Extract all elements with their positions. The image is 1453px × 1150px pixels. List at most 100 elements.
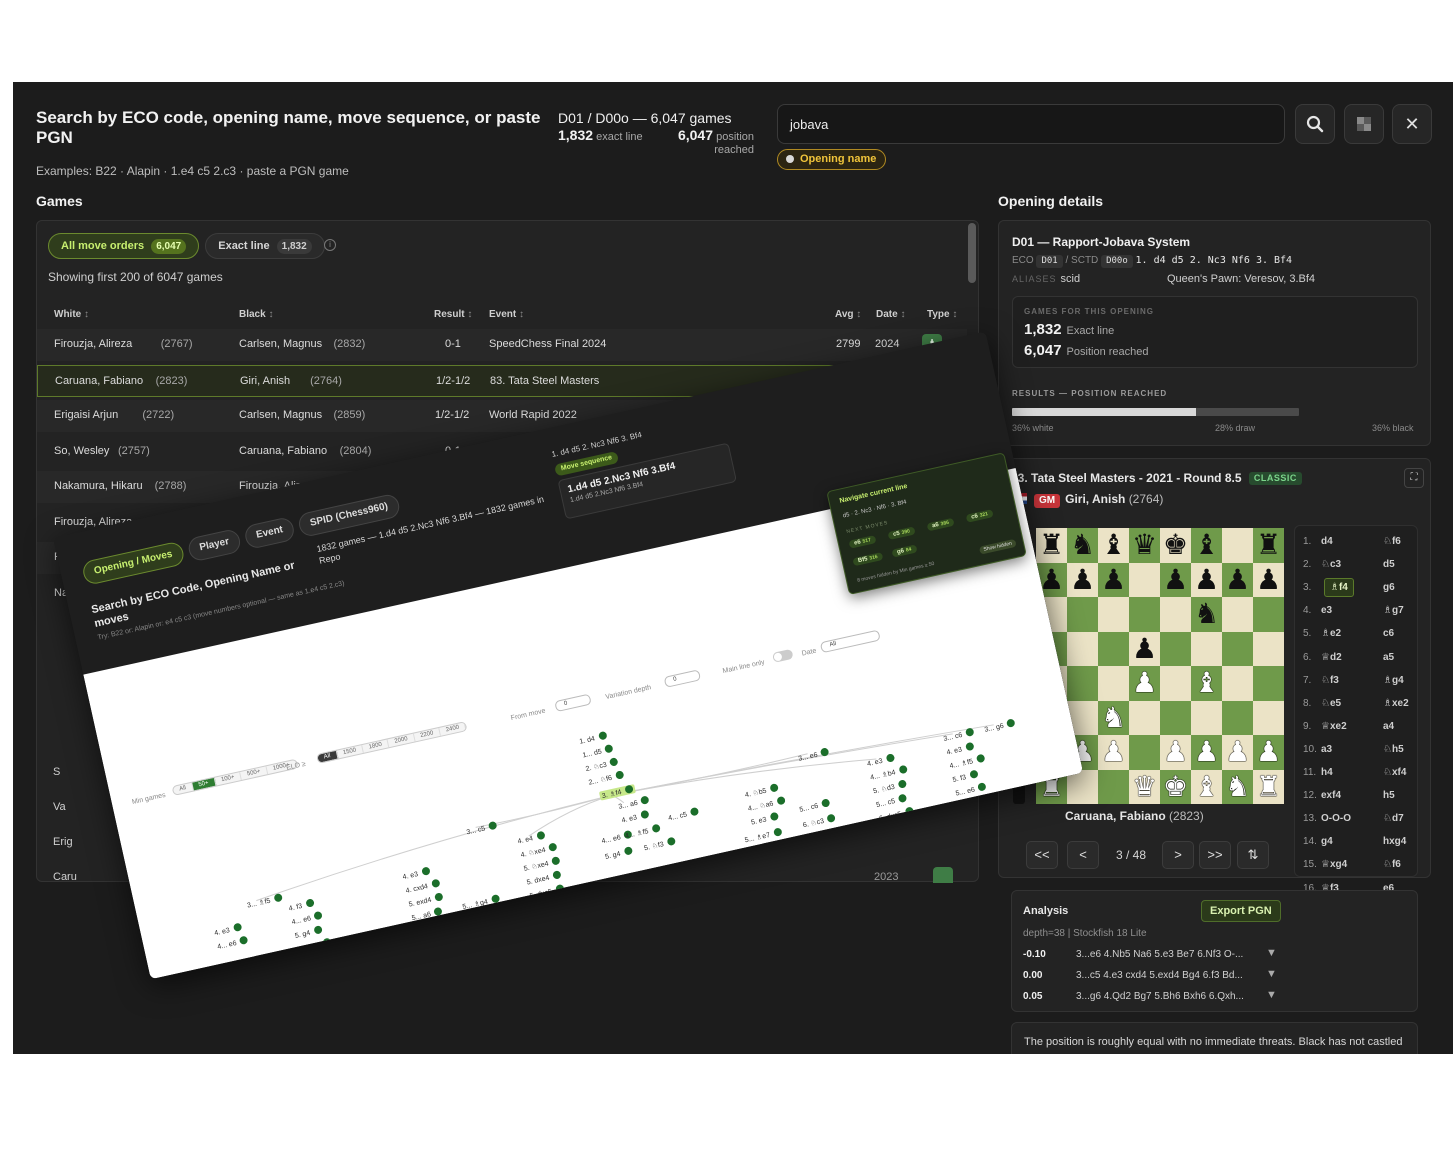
filter-all-move-orders[interactable]: All move orders 6,047 <box>48 233 200 259</box>
black-move[interactable]: g6 <box>1383 582 1395 593</box>
white-move[interactable]: ♘e5 <box>1321 698 1341 709</box>
column-event[interactable]: Event <box>489 309 524 320</box>
white-move[interactable]: g4 <box>1321 836 1333 847</box>
white-move[interactable]: ♕d2 <box>1321 652 1342 663</box>
board-square[interactable] <box>1222 528 1253 563</box>
black-queen-icon[interactable]: ♛ <box>1129 528 1160 563</box>
black-move[interactable]: ♘f6 <box>1383 536 1401 547</box>
board-square[interactable] <box>1098 631 1129 666</box>
board-square[interactable] <box>1160 666 1191 701</box>
filter-exact-line[interactable]: Exact line 1,832 <box>205 233 325 259</box>
next-move-button[interactable]: > <box>1162 841 1194 869</box>
black-pawn-icon[interactable]: ♟ <box>1067 562 1098 597</box>
overlay-tab[interactable]: Event <box>243 515 297 551</box>
export-pgn-button[interactable]: Export PGN <box>1201 900 1281 922</box>
white-move[interactable]: ♗f4 <box>1324 578 1354 598</box>
table-row[interactable]: Firouzja, Alireza Carlsen, Magnus 0-1 Speed… <box>37 329 967 361</box>
column-result[interactable]: Result <box>434 309 472 320</box>
chevron-down-icon[interactable]: ▼ <box>1266 968 1277 980</box>
overlay-tab[interactable]: Opening / Moves <box>80 540 186 586</box>
column-avg[interactable]: Avg <box>835 309 861 320</box>
white-queen-icon[interactable]: ♛ <box>1129 769 1160 804</box>
last-move-button[interactable]: >> <box>1199 841 1231 869</box>
board-square[interactable] <box>1129 735 1160 770</box>
board-square[interactable] <box>1253 631 1284 666</box>
white-move[interactable]: exf4 <box>1321 790 1341 801</box>
white-move[interactable]: O-O-O <box>1321 813 1351 824</box>
chevron-down-icon[interactable]: ▼ <box>1266 947 1277 959</box>
black-bishop-icon[interactable]: ♝ <box>1098 528 1129 563</box>
white-pawn-icon[interactable]: ♟ <box>1222 735 1253 770</box>
white-move[interactable]: ♘c3 <box>1321 559 1341 570</box>
white-move[interactable]: d4 <box>1321 536 1333 547</box>
board-square[interactable] <box>1191 631 1222 666</box>
board-square[interactable] <box>1191 700 1222 735</box>
white-pawn-icon[interactable]: ♟ <box>1191 735 1222 770</box>
next-move-chip[interactable]: c5390 <box>887 526 916 541</box>
close-button[interactable]: ✕ <box>1392 104 1432 144</box>
tree-node[interactable]: 7. c3 <box>535 912 564 928</box>
board-square[interactable] <box>1160 597 1191 632</box>
tree-node[interactable]: 6. h4 <box>300 952 329 967</box>
black-pawn-icon[interactable]: ♟ <box>1160 562 1191 597</box>
board-square[interactable] <box>1129 700 1160 735</box>
black-move[interactable]: ♘f6 <box>1383 859 1401 870</box>
white-move[interactable]: ♕xe2 <box>1321 721 1347 732</box>
tree-node[interactable]: 6. ♗a5+ <box>532 896 571 914</box>
tree-node[interactable]: 7. ♘e5 <box>420 947 455 963</box>
column-white[interactable]: White <box>54 309 89 320</box>
mseq-box[interactable]: 1.d4 d5 2.Nc3 Nf6 3.Bf4 1.d4 d5 2.Nc3 Nf… <box>557 442 738 520</box>
board-square[interactable] <box>1067 631 1098 666</box>
white-move[interactable]: a3 <box>1321 744 1332 755</box>
board-square[interactable] <box>1098 597 1129 632</box>
board-square[interactable] <box>1160 631 1191 666</box>
black-move[interactable]: ♘d7 <box>1383 813 1404 824</box>
black-bishop-icon[interactable]: ♝ <box>1191 528 1222 563</box>
black-move[interactable]: a5 <box>1383 652 1394 663</box>
white-pawn-icon[interactable]: ♟ <box>1253 735 1284 770</box>
black-move[interactable]: d5 <box>1383 559 1395 570</box>
white-pawn-icon[interactable]: ♟ <box>1160 735 1191 770</box>
engine-line[interactable]: 0.05 3...g6 4.Qd2 Bg7 5.Bh6 Bxh6 6.Qxh...… <box>1023 988 1408 1008</box>
next-move-chip[interactable]: g684 <box>891 544 918 558</box>
white-pawn-icon[interactable]: ♟ <box>1098 735 1129 770</box>
board-square[interactable] <box>1222 700 1253 735</box>
expand-icon[interactable]: ⛶ <box>1404 468 1424 488</box>
games-scrollbar[interactable] <box>968 223 976 283</box>
board-view-button[interactable] <box>1344 104 1384 144</box>
next-move-chip[interactable]: Bf5316 <box>852 551 884 567</box>
board-square[interactable] <box>1067 597 1098 632</box>
board-square[interactable] <box>1253 700 1284 735</box>
black-king-icon[interactable]: ♚ <box>1160 528 1191 563</box>
white-king-icon[interactable]: ♚ <box>1160 769 1191 804</box>
board-square[interactable] <box>1098 769 1129 804</box>
white-knight-icon[interactable]: ♞ <box>1222 769 1253 804</box>
info-icon[interactable]: i <box>324 239 336 251</box>
black-pawn-icon[interactable]: ♟ <box>1098 562 1129 597</box>
black-rook-icon[interactable]: ♜ <box>1036 528 1067 563</box>
column-type[interactable]: Type <box>927 309 957 320</box>
board-square[interactable] <box>1222 666 1253 701</box>
board-square[interactable] <box>1098 666 1129 701</box>
board-square[interactable] <box>1067 666 1098 701</box>
chevron-down-icon[interactable]: ▼ <box>1266 989 1277 1001</box>
white-bishop-icon[interactable]: ♝ <box>1191 666 1222 701</box>
tree-node[interactable]: 6. ♘f3 <box>414 920 447 936</box>
black-pawn-icon[interactable]: ♟ <box>1191 562 1222 597</box>
show-hidden-button[interactable]: Show hidden <box>978 538 1017 555</box>
black-rook-icon[interactable]: ♜ <box>1253 528 1284 563</box>
next-move-chip[interactable]: c6321 <box>965 509 994 523</box>
white-pawn-icon[interactable]: ♟ <box>1129 666 1160 701</box>
white-rook-icon[interactable]: ♜ <box>1253 769 1284 804</box>
tree-node[interactable]: 6... ♘c6 <box>417 932 455 950</box>
black-pawn-icon[interactable]: ♟ <box>1253 562 1284 597</box>
board-square[interactable] <box>1253 597 1284 632</box>
white-move[interactable]: h4 <box>1321 767 1333 778</box>
black-pawn-icon[interactable]: ♟ <box>1222 562 1253 597</box>
engine-line[interactable]: 0.00 3...c5 4.e3 cxd4 5.exd4 Bg4 6.f3 Bd.… <box>1023 967 1408 987</box>
black-move[interactable]: c6 <box>1383 628 1394 639</box>
next-move-chip[interactable]: e6517 <box>848 535 877 549</box>
white-move[interactable]: ♕xg4 <box>1321 859 1347 870</box>
first-move-button[interactable]: << <box>1026 841 1058 869</box>
white-bishop-icon[interactable]: ♝ <box>1191 769 1222 804</box>
